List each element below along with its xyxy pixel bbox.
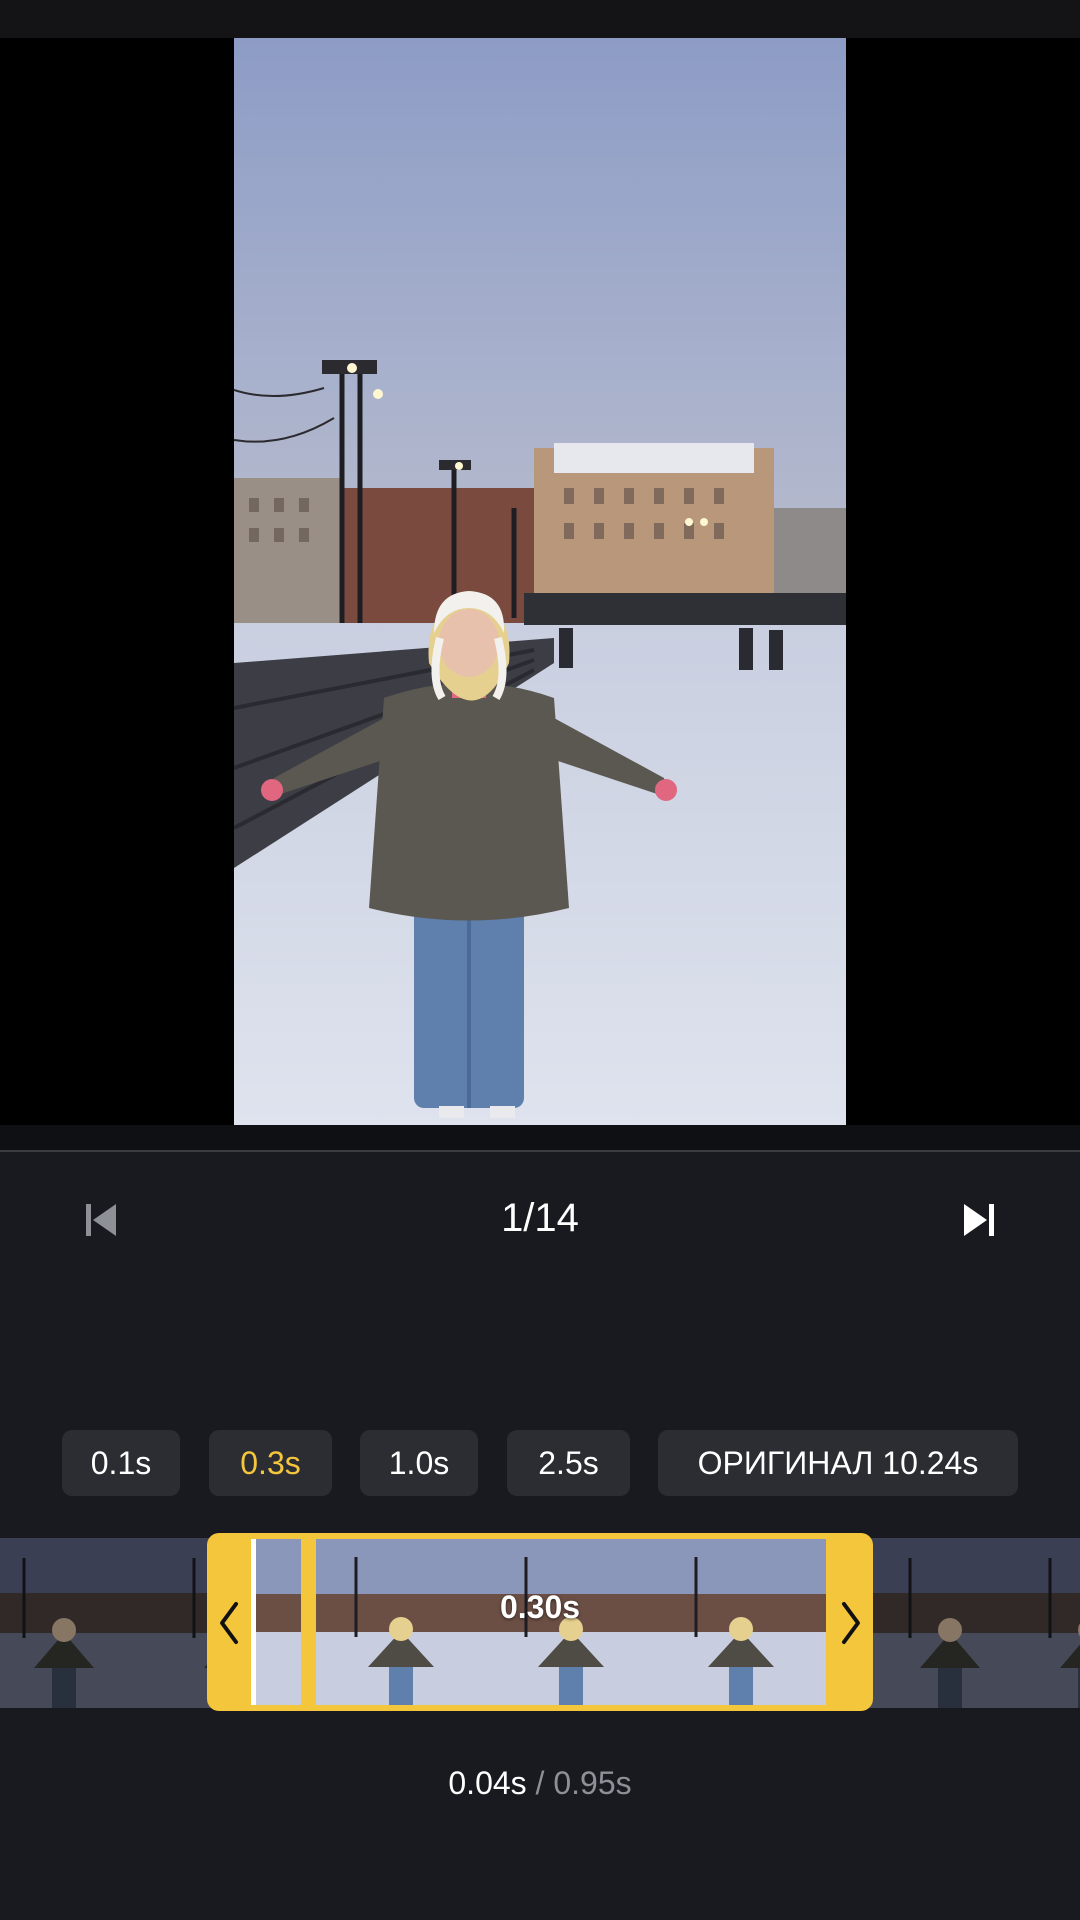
speed-option-0-3s[interactable]: 0.3s <box>209 1430 332 1496</box>
total-time: / 0.95s <box>526 1765 632 1801</box>
speed-option-0-1s[interactable]: 0.1s <box>62 1430 180 1496</box>
skip-previous-icon <box>86 1204 116 1236</box>
frame-duration-selector[interactable]: 0.30s <box>207 1533 873 1711</box>
chevron-right-icon <box>842 1602 860 1644</box>
playhead[interactable] <box>251 1539 256 1705</box>
top-status-area <box>0 0 1080 38</box>
selected-frame-thumbnails: 0.30s <box>251 1539 829 1705</box>
current-time: 0.04s <box>448 1765 527 1801</box>
next-frame-button[interactable] <box>954 1195 1004 1245</box>
speed-option-2-5s[interactable]: 2.5s <box>507 1430 630 1496</box>
timing-readout: 0.04s / 0.95s <box>0 1765 1080 1802</box>
selected-duration-label: 0.30s <box>499 1589 581 1625</box>
photo-preview <box>234 38 846 1125</box>
speed-option-1-0s[interactable]: 1.0s <box>360 1430 478 1496</box>
speed-option-original[interactable]: ОРИГИНАЛ 10.24s <box>658 1430 1018 1496</box>
preview-divider-line <box>0 1150 1080 1152</box>
ice-rink-photo <box>234 38 846 1125</box>
frame-counter: 1/14 <box>501 1196 579 1240</box>
chevron-left-icon <box>220 1602 238 1644</box>
preview-divider-band <box>0 1125 1080 1151</box>
trim-handle-left[interactable] <box>209 1583 249 1663</box>
trim-handle-right[interactable] <box>831 1583 871 1663</box>
previous-frame-button[interactable] <box>76 1195 126 1245</box>
skip-next-icon <box>964 1204 994 1236</box>
